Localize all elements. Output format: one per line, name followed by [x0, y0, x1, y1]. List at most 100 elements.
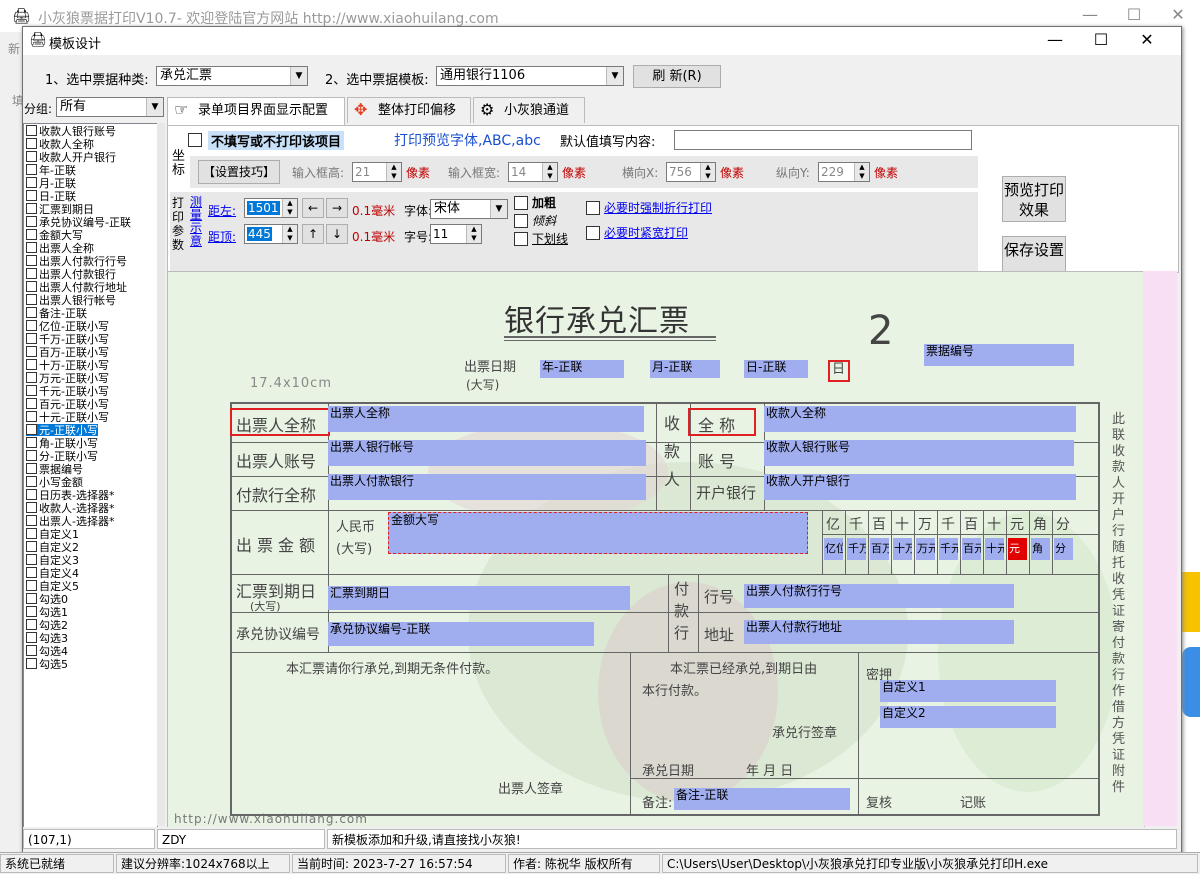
preview-print-button[interactable]: 预览打印效果: [1002, 176, 1066, 222]
list-item[interactable]: 十万-正联小写: [26, 359, 109, 372]
list-item[interactable]: 自定义4: [26, 567, 79, 580]
list-item[interactable]: 承兑协议编号-正联: [26, 216, 131, 229]
list-item-checkbox[interactable]: [26, 567, 37, 578]
list-item-checkbox[interactable]: [26, 541, 37, 552]
left-arrow-button[interactable]: ←: [302, 198, 324, 218]
list-item-checkbox[interactable]: [26, 242, 37, 253]
field-due-date[interactable]: 汇票到期日: [328, 586, 630, 610]
list-item[interactable]: 收款人开户银行: [26, 151, 116, 164]
list-item[interactable]: 出票人付款银行: [26, 268, 116, 281]
field-bill-number[interactable]: 票据编号: [924, 344, 1074, 366]
list-item[interactable]: 十元-正联小写: [26, 411, 109, 424]
field-amount-words[interactable]: 金额大写: [388, 512, 808, 554]
list-item-checkbox[interactable]: [26, 190, 37, 201]
field-payer-name[interactable]: 出票人全称: [328, 406, 644, 432]
field-month[interactable]: 月-正联: [650, 360, 720, 378]
field-digit-3[interactable]: 十万: [893, 538, 912, 560]
list-item[interactable]: 票据编号: [26, 463, 83, 476]
spinner-arrows-icon[interactable]: ▲ ▼: [282, 199, 297, 217]
spinner-arrows-icon[interactable]: ▲ ▼: [854, 163, 869, 181]
field-drawer-bank-no[interactable]: 出票人付款行行号: [744, 584, 1014, 608]
tips-button[interactable]: 【设置技巧】: [198, 160, 280, 184]
list-item-checkbox[interactable]: [26, 229, 37, 240]
list-item[interactable]: 自定义5: [26, 580, 79, 593]
list-item[interactable]: 自定义1: [26, 528, 79, 541]
list-item[interactable]: 勾选0: [26, 593, 68, 606]
list-item[interactable]: 勾选4: [26, 645, 68, 658]
left-spinner[interactable]: 1501 ▲ ▼: [244, 198, 298, 218]
field-digit-5[interactable]: 千元: [939, 538, 958, 560]
dialog-minimize-icon[interactable]: —: [1033, 25, 1077, 55]
list-item[interactable]: 角-正联小写: [26, 437, 98, 450]
list-item[interactable]: 自定义2: [26, 541, 79, 554]
field-checklist[interactable]: 收款人银行账号 收款人全称 收款人开户银行 年-正联 月-正联 日-正联 汇票到期日 承兑协议…: [23, 123, 158, 828]
wrap-checkbox[interactable]: [586, 201, 600, 215]
list-item-checkbox[interactable]: [26, 216, 37, 227]
list-item-checkbox[interactable]: [26, 424, 37, 435]
field-agreement[interactable]: 承兑协议编号-正联: [328, 622, 594, 646]
list-item[interactable]: 收款人-选择器*: [26, 502, 114, 515]
list-item-checkbox[interactable]: [26, 450, 37, 461]
list-item-checkbox[interactable]: [26, 658, 37, 669]
list-item-checkbox[interactable]: [26, 606, 37, 617]
list-item-checkbox[interactable]: [26, 554, 37, 565]
group-select[interactable]: 所有 ▼: [56, 97, 164, 117]
field-payee-name[interactable]: 收款人全称: [764, 406, 1076, 432]
list-item[interactable]: 亿位-正联小写: [26, 320, 109, 333]
down-arrow-button[interactable]: ↓: [326, 224, 348, 244]
list-item[interactable]: 百元-正联小写: [26, 398, 109, 411]
list-item-checkbox[interactable]: [26, 346, 37, 357]
list-item[interactable]: 勾选2: [26, 619, 68, 632]
list-item-checkbox[interactable]: [26, 359, 37, 370]
italic-checkbox[interactable]: [514, 214, 528, 228]
default-value-input[interactable]: [674, 130, 972, 150]
field-list-scrollbar[interactable]: [157, 123, 165, 826]
list-item-checkbox[interactable]: [26, 385, 37, 396]
field-digit-6[interactable]: 百元: [962, 538, 981, 560]
list-item[interactable]: 勾选1: [26, 606, 68, 619]
list-item[interactable]: 出票人付款行行号: [26, 255, 127, 268]
list-item[interactable]: 小写金额: [26, 476, 83, 489]
field-drawer-bank-addr[interactable]: 出票人付款行地址: [744, 620, 1014, 644]
list-item-checkbox[interactable]: [26, 593, 37, 604]
measure-link[interactable]: 测量示意: [190, 196, 204, 248]
size-spinner[interactable]: 11 ▲ ▼: [430, 224, 482, 244]
list-item-checkbox[interactable]: [26, 502, 37, 513]
field-digit-8[interactable]: 元: [1008, 538, 1027, 560]
y-spinner[interactable]: 229 ▲ ▼: [818, 162, 870, 182]
list-item-checkbox[interactable]: [26, 437, 37, 448]
list-item-checkbox[interactable]: [26, 619, 37, 630]
list-item[interactable]: 日-正联: [26, 190, 76, 203]
list-item-checkbox[interactable]: [26, 398, 37, 409]
list-item[interactable]: 万元-正联小写: [26, 372, 109, 385]
list-item[interactable]: 千万-正联小写: [26, 333, 109, 346]
field-digit-1[interactable]: 千万: [847, 538, 866, 560]
spinner-arrows-icon[interactable]: ▲ ▼: [700, 163, 715, 181]
field-digit-10[interactable]: 分: [1054, 538, 1073, 560]
bill-type-select[interactable]: 承兑汇票 ▼: [156, 66, 308, 86]
field-custom1[interactable]: 自定义1: [880, 680, 1056, 702]
spinner-arrows-icon[interactable]: ▲ ▼: [466, 225, 481, 243]
list-item-checkbox[interactable]: [26, 125, 37, 136]
list-item-checkbox[interactable]: [26, 138, 37, 149]
list-item[interactable]: 出票人全称: [26, 242, 94, 255]
input-height-spinner[interactable]: 21 ▲ ▼: [352, 162, 402, 182]
tab-print-offset[interactable]: ✥ 整体打印偏移: [347, 97, 471, 123]
list-item[interactable]: 自定义3: [26, 554, 79, 567]
input-width-spinner[interactable]: 14 ▲ ▼: [508, 162, 558, 182]
list-item-checkbox[interactable]: [26, 515, 37, 526]
spinner-arrows-icon[interactable]: ▲ ▼: [386, 163, 401, 181]
list-item-checkbox[interactable]: [26, 151, 37, 162]
list-item-checkbox[interactable]: [26, 645, 37, 656]
field-digit-4[interactable]: 万元: [916, 538, 935, 560]
field-custom2[interactable]: 自定义2: [880, 706, 1056, 728]
compress-label[interactable]: 必要时紧宽打印: [604, 224, 688, 241]
x-spinner[interactable]: 756 ▲ ▼: [666, 162, 716, 182]
bold-checkbox[interactable]: [514, 196, 528, 210]
list-item[interactable]: 出票人银行帐号: [26, 294, 116, 307]
no-print-checkbox[interactable]: [188, 133, 202, 147]
list-item-checkbox[interactable]: [26, 255, 37, 266]
list-item[interactable]: 出票人付款行地址: [26, 281, 127, 294]
tab-channel[interactable]: ⚙ 小灰狼通道: [473, 97, 585, 123]
field-day[interactable]: 日-正联: [744, 360, 808, 378]
